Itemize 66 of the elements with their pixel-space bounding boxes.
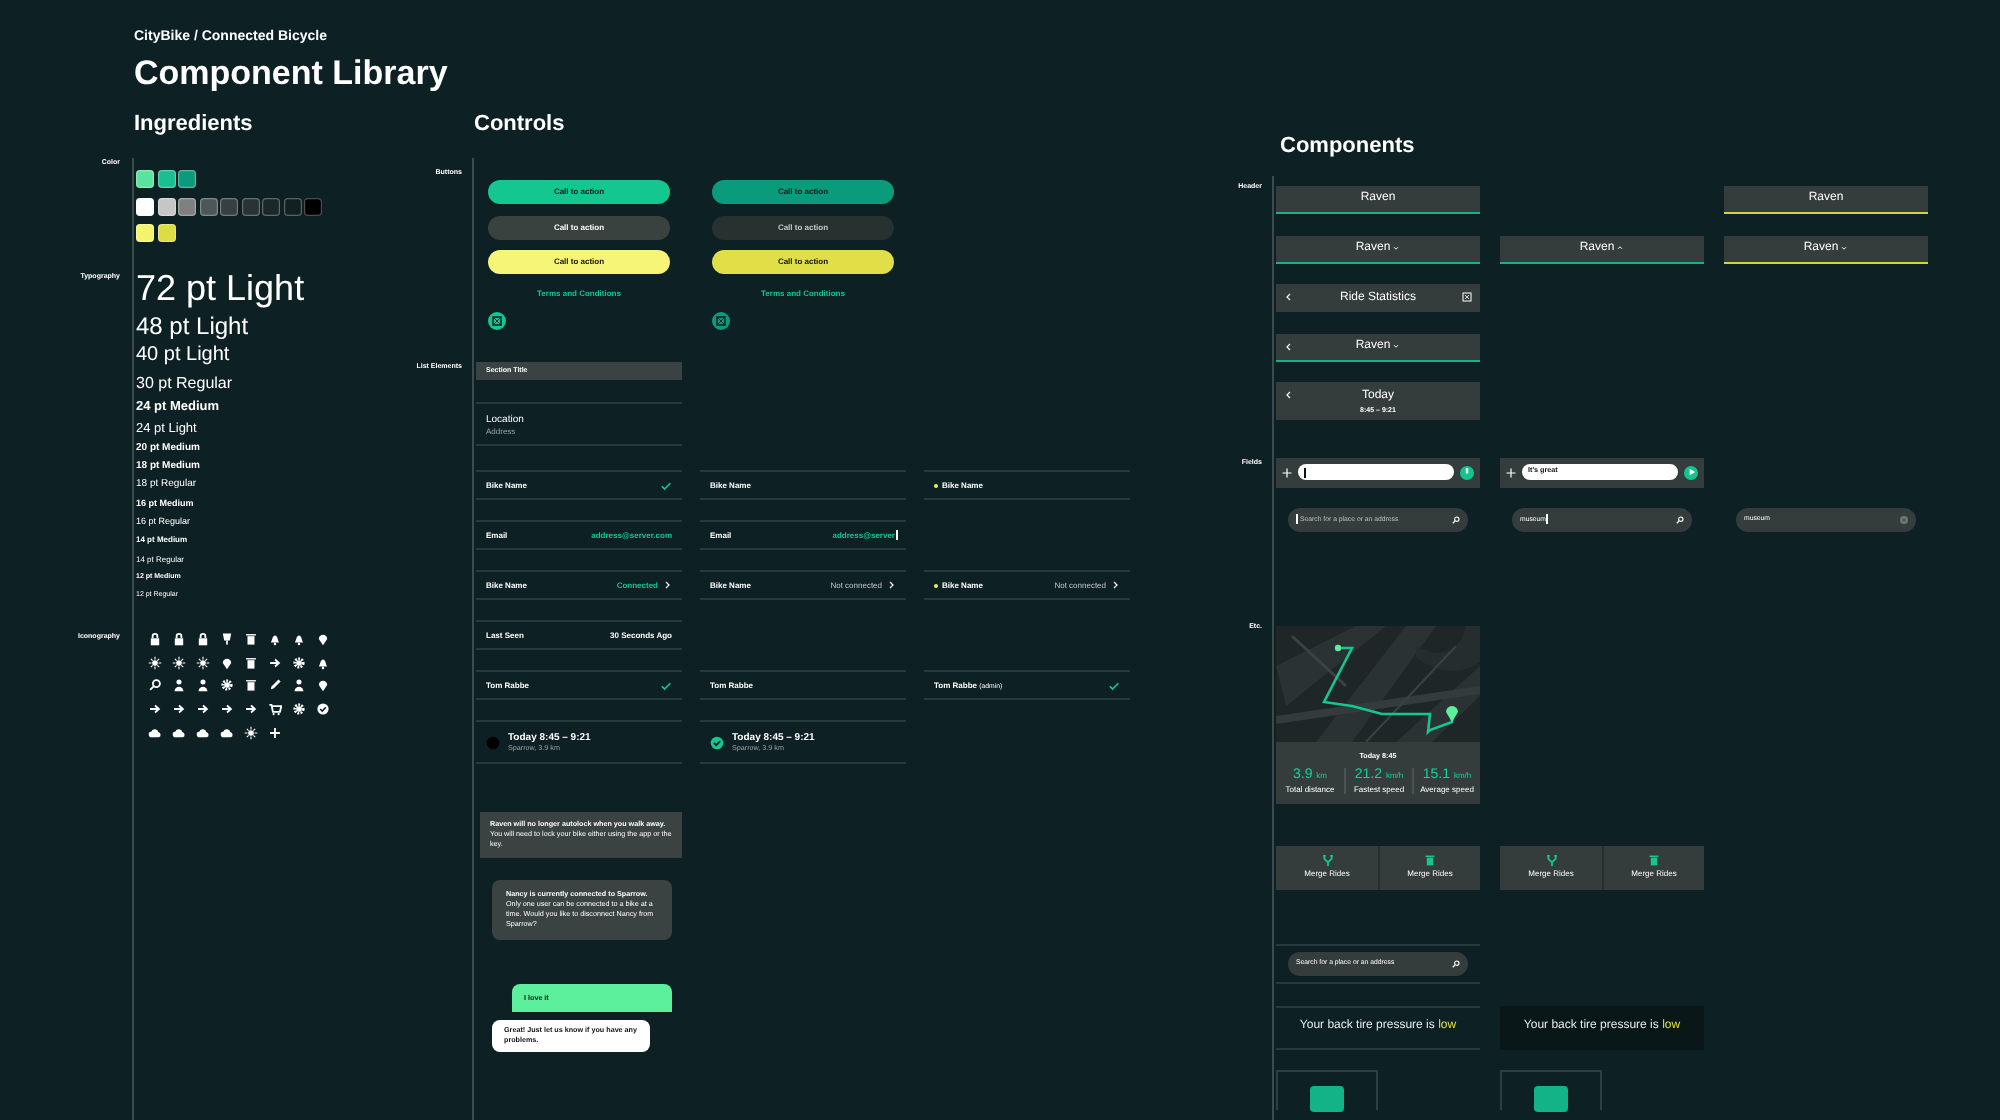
section-title: Controls	[474, 110, 565, 138]
icon-button[interactable]	[712, 312, 730, 331]
square-icon	[1462, 292, 1472, 302]
chevron-right-icon	[1110, 580, 1120, 591]
trash-icon	[243, 631, 257, 646]
gear-icon	[291, 655, 305, 670]
library-title: Component Library	[134, 54, 450, 94]
microphone-button[interactable]	[1460, 465, 1474, 479]
trash-icon	[243, 655, 257, 670]
back-icon	[1284, 390, 1294, 400]
person-icon	[171, 678, 185, 693]
bell-icon	[315, 655, 329, 670]
arrow-icon	[267, 655, 281, 670]
person-icon	[195, 678, 209, 693]
gear-icon	[291, 701, 305, 716]
icon-button[interactable]	[488, 312, 506, 331]
card-outline	[1500, 1069, 1602, 1109]
plus-icon	[267, 725, 281, 740]
type-sample: 72 pt Light	[136, 267, 305, 307]
bell-icon	[291, 631, 305, 646]
pin-icon	[219, 655, 233, 670]
send-button[interactable]	[1684, 465, 1698, 479]
arrow-icon	[243, 701, 257, 716]
chevron-right-icon	[662, 580, 672, 591]
trash-icon	[243, 678, 257, 693]
check-circle-icon	[315, 701, 329, 716]
type-sample: 48 pt Light	[136, 309, 249, 343]
bell-icon	[267, 631, 281, 646]
cart-icon	[267, 701, 281, 716]
arrow-icon	[195, 701, 209, 716]
sun-icon	[195, 655, 209, 670]
sun-icon	[171, 655, 185, 670]
type-sample: 30 pt Regular	[136, 371, 233, 396]
search-icon	[1452, 515, 1460, 523]
search-icon	[1452, 959, 1460, 967]
trash-icon	[1648, 854, 1660, 866]
lock-icon	[195, 631, 209, 646]
lock-icon	[147, 631, 161, 646]
merge-icon	[1545, 854, 1557, 866]
merge-icon	[1321, 854, 1333, 866]
sun-icon	[147, 655, 161, 670]
plus-icon	[1282, 467, 1292, 477]
sun-icon	[243, 725, 257, 740]
person-icon	[291, 678, 305, 693]
pencil-icon	[267, 678, 281, 693]
message-field[interactable]	[1298, 464, 1454, 480]
lock-icon	[171, 631, 185, 646]
back-icon	[1284, 341, 1294, 351]
arrow-icon	[147, 701, 161, 716]
search-icon	[147, 678, 161, 693]
card-outline	[1276, 1069, 1378, 1109]
section-title: Ingredients	[134, 110, 253, 138]
type-sample: 40 pt Light	[136, 343, 230, 367]
arrow-icon	[171, 701, 185, 716]
plus-icon	[1506, 467, 1516, 477]
trash-icon	[1424, 854, 1436, 866]
back-icon	[1284, 292, 1294, 302]
cup-icon	[219, 631, 233, 646]
clear-icon	[1900, 515, 1908, 523]
arrow-icon	[219, 701, 233, 716]
chevron-right-icon	[886, 580, 896, 591]
search-icon	[1676, 515, 1684, 523]
pin-icon	[315, 678, 329, 693]
section-title: Components	[1280, 132, 1415, 160]
pin-icon	[315, 631, 329, 646]
gear-icon	[219, 678, 233, 693]
